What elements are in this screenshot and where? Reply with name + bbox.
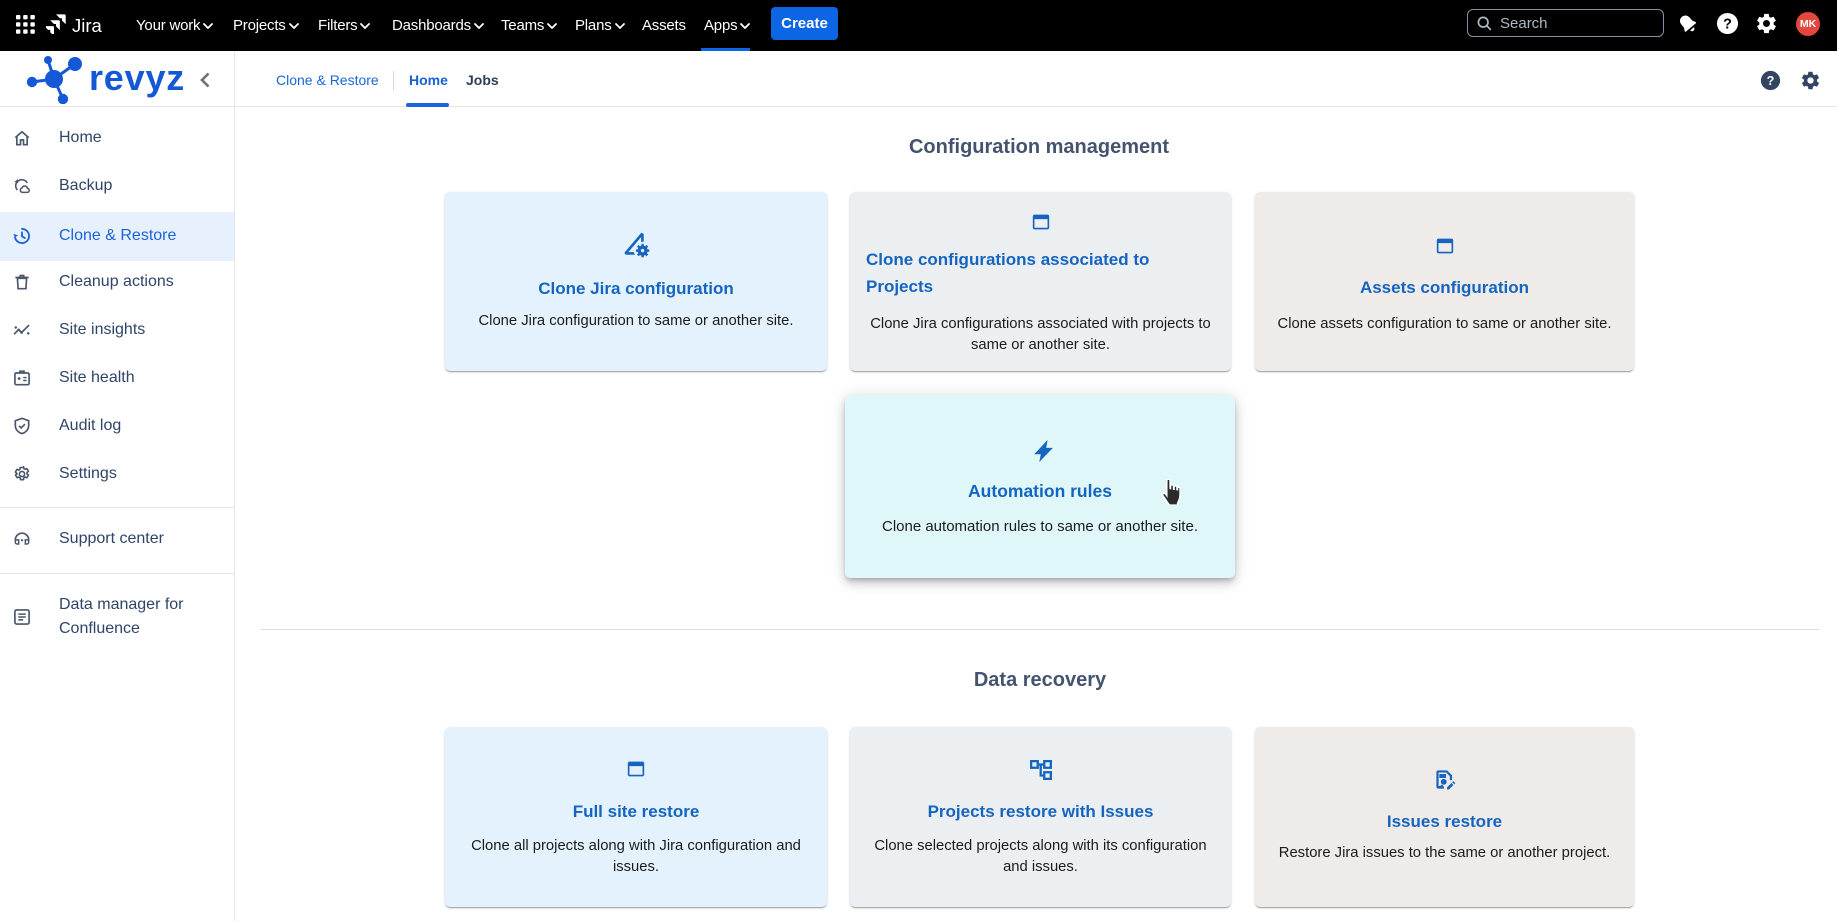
svg-text:?: ?: [1767, 74, 1775, 88]
svg-text:?: ?: [1723, 16, 1732, 32]
